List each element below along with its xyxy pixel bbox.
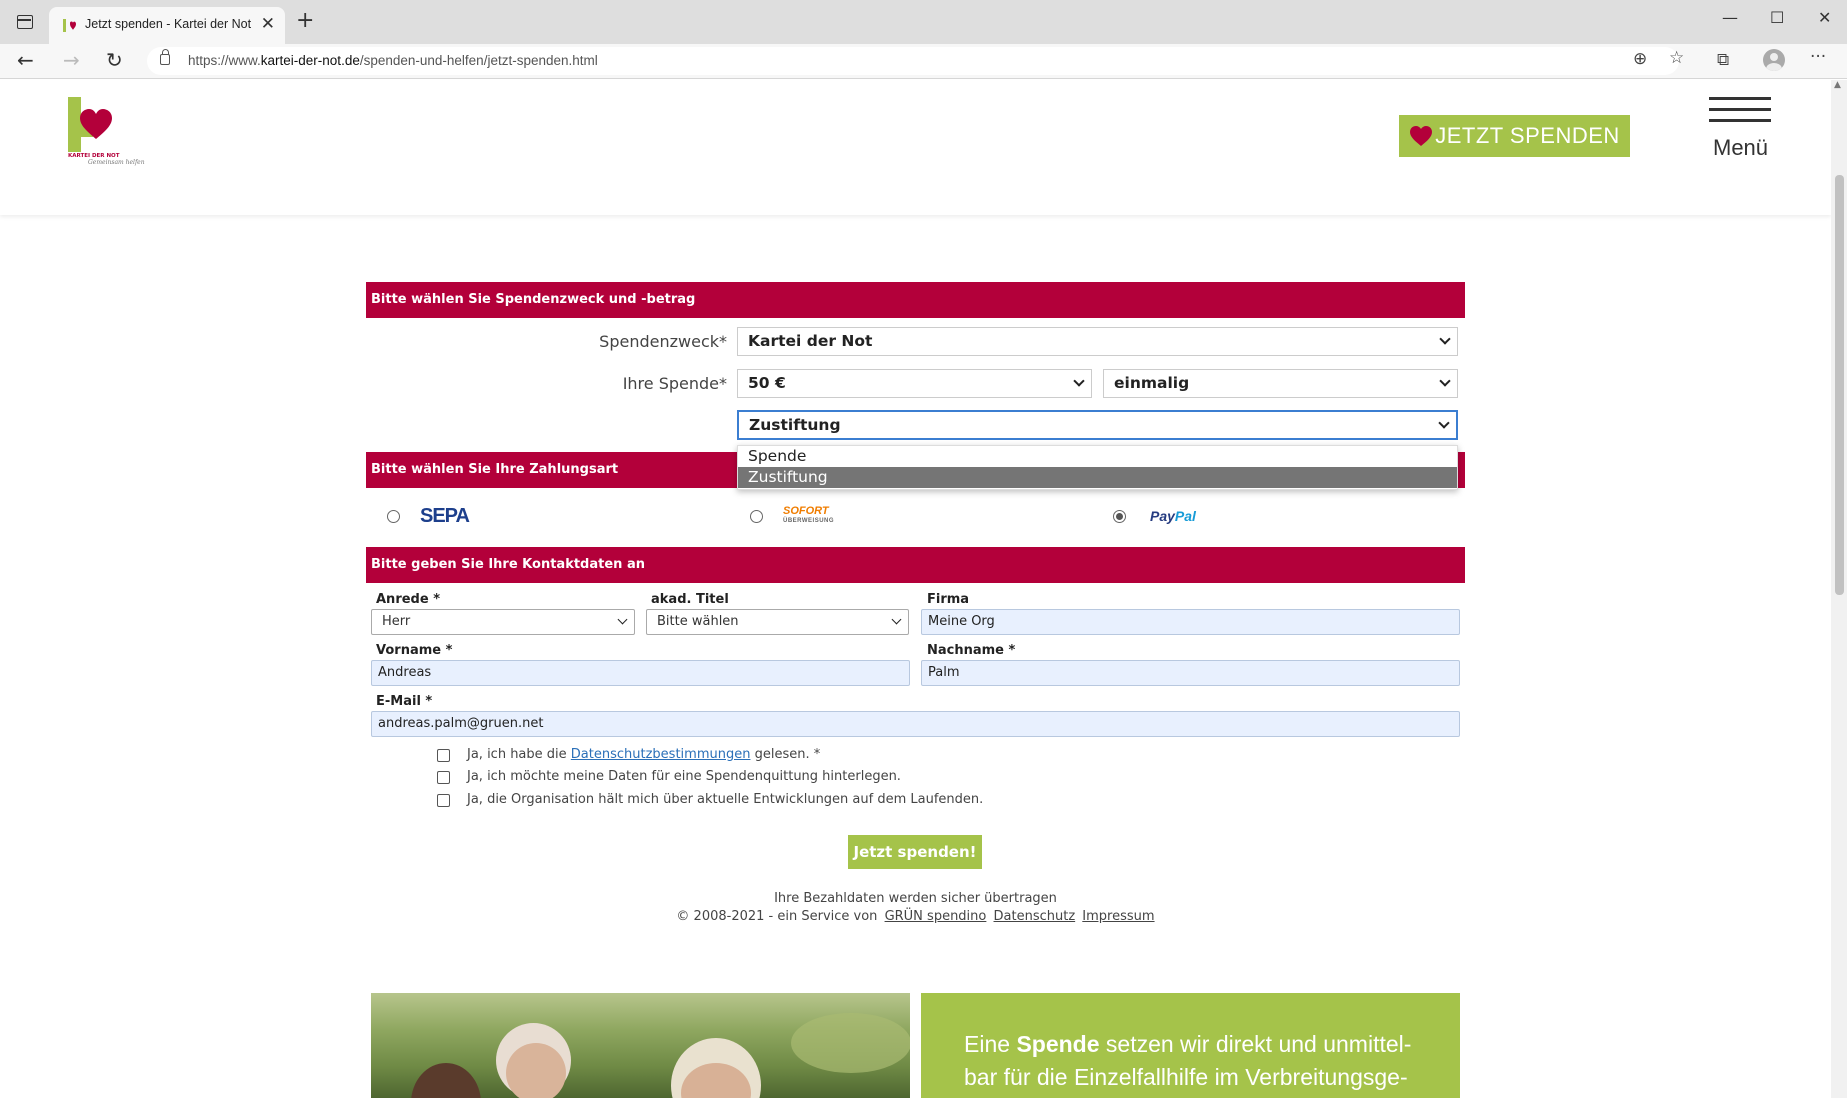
- option-spende[interactable]: Spende: [738, 446, 1457, 467]
- newsletter-checkbox[interactable]: [437, 794, 450, 807]
- browser-tab-bar: Jetzt spenden - Kartei der Not ✕ + — ☐ ✕: [0, 0, 1847, 44]
- secure-note: Ihre Bezahldaten werden sicher übertrage…: [774, 891, 1057, 906]
- company-field[interactable]: Meine Org: [921, 609, 1460, 635]
- heart-logo-icon: [80, 109, 112, 139]
- privacy-consent-text: Ja, ich habe die Datenschutzbestimmungen…: [467, 747, 821, 762]
- newsletter-consent-text: Ja, die Organisation hält mich über aktu…: [467, 792, 984, 807]
- chevron-down-icon: [1438, 417, 1450, 429]
- promo-text: Eine Spende setzen wir direkt und unmitt…: [964, 1031, 1412, 1090]
- donation-type-select[interactable]: Zustiftung: [737, 410, 1458, 440]
- url-text: https://www.kartei-der-not.de/spenden-un…: [188, 53, 598, 68]
- frequency-select[interactable]: einmalig: [1103, 369, 1458, 398]
- zoom-icon[interactable]: ⊕: [1633, 49, 1647, 69]
- email-field[interactable]: andreas.palm@gruen.net: [371, 711, 1460, 737]
- logo[interactable]: KARTEI DER NOT Gemeinsam helfen: [68, 97, 145, 172]
- back-icon[interactable]: ←: [17, 48, 34, 72]
- radio-paypal[interactable]: [1113, 510, 1126, 523]
- firstname-field[interactable]: Andreas: [371, 660, 910, 686]
- footer-copyright: © 2008-2021 - ein Service von GRÜN spend…: [676, 909, 1155, 924]
- heart-icon: [1410, 126, 1433, 146]
- gruen-spendino-link[interactable]: GRÜN spendino: [885, 909, 987, 924]
- chevron-down-icon: [1073, 375, 1085, 387]
- maximize-icon[interactable]: ☐: [1770, 8, 1784, 27]
- academic-title-label: akad. Titel: [651, 592, 729, 607]
- address-bar[interactable]: https://www.kartei-der-not.de/spenden-un…: [147, 47, 1679, 75]
- menu-button[interactable]: Menü: [1709, 97, 1771, 160]
- email-label: E-Mail *: [376, 694, 433, 709]
- close-window-icon[interactable]: ✕: [1818, 8, 1831, 27]
- minimize-icon[interactable]: —: [1722, 8, 1738, 27]
- salutation-label: Anrede *: [376, 592, 440, 607]
- receipt-consent-text: Ja, ich möchte meine Daten für eine Spen…: [467, 769, 901, 784]
- donation-type-dropdown[interactable]: Spende Zustiftung: [737, 445, 1458, 490]
- chevron-down-icon: [1439, 375, 1451, 387]
- purpose-select[interactable]: Kartei der Not: [737, 327, 1458, 356]
- paypal-logo: PayPal: [1150, 508, 1196, 524]
- browser-tab[interactable]: Jetzt spenden - Kartei der Not ✕: [49, 7, 285, 44]
- forward-icon[interactable]: →: [63, 48, 80, 72]
- privacy-link[interactable]: Datenschutz: [994, 909, 1076, 924]
- lastname-label: Nachname *: [927, 643, 1016, 658]
- section-header-purpose: Bitte wählen Sie Spendenzweck und -betra…: [366, 282, 1465, 318]
- radio-sepa[interactable]: [387, 510, 400, 523]
- purpose-label: Spendenzweck*: [599, 332, 727, 351]
- more-icon[interactable]: ···: [1810, 47, 1826, 67]
- firstname-label: Vorname *: [376, 643, 453, 658]
- favorites-icon[interactable]: ☆: [1669, 48, 1684, 68]
- section-header-contact: Bitte geben Sie Ihre Kontaktdaten an: [366, 547, 1465, 583]
- option-zustiftung[interactable]: Zustiftung: [738, 467, 1457, 488]
- tab-title: Jetzt spenden - Kartei der Not: [85, 17, 252, 31]
- reload-icon[interactable]: ↻: [106, 48, 123, 72]
- family-photo: [371, 993, 910, 1098]
- amount-select[interactable]: 50 €: [737, 369, 1092, 398]
- lastname-field[interactable]: Palm: [921, 660, 1460, 686]
- lock-icon: [160, 49, 170, 65]
- page-viewport: KARTEI DER NOT Gemeinsam helfen JETZT SP…: [0, 80, 1831, 1098]
- browser-toolbar: ← → ↻ https://www.kartei-der-not.de/spen…: [0, 44, 1847, 79]
- chevron-down-icon: [1439, 333, 1451, 345]
- tab-actions-icon[interactable]: [17, 15, 33, 29]
- new-tab-icon[interactable]: +: [296, 8, 314, 33]
- collections-icon[interactable]: ⧉: [1717, 50, 1729, 70]
- donate-now-header-button[interactable]: JETZT SPENDEN: [1399, 115, 1630, 157]
- promo-box: Eine Spende setzen wir direkt und unmitt…: [921, 993, 1460, 1098]
- academic-title-select[interactable]: Bitte wählen: [646, 609, 909, 635]
- imprint-link[interactable]: Impressum: [1082, 909, 1154, 924]
- radio-sofort[interactable]: [750, 510, 763, 523]
- chevron-down-icon: [617, 614, 628, 625]
- profile-avatar[interactable]: [1763, 49, 1785, 71]
- salutation-select[interactable]: Herr: [371, 609, 635, 635]
- menu-label: Menü: [1713, 135, 1769, 160]
- amount-label: Ihre Spende*: [622, 374, 727, 393]
- receipt-checkbox[interactable]: [437, 771, 450, 784]
- sepa-logo: SEPA: [420, 505, 470, 527]
- page-scrollbar[interactable]: ▲: [1831, 80, 1847, 1098]
- sofort-logo: SOFORT ÜBERWEISUNG: [783, 505, 835, 525]
- scroll-thumb[interactable]: [1835, 175, 1844, 595]
- privacy-policy-link[interactable]: Datenschutzbestimmungen: [571, 747, 751, 762]
- site-header: KARTEI DER NOT Gemeinsam helfen JETZT SP…: [0, 80, 1831, 215]
- favicon-icon: [63, 19, 76, 32]
- tab-close-icon[interactable]: ✕: [261, 14, 275, 34]
- chevron-down-icon: [891, 614, 902, 625]
- privacy-checkbox[interactable]: [437, 749, 450, 762]
- company-label: Firma: [927, 592, 970, 607]
- donate-submit-button[interactable]: Jetzt spenden!: [848, 835, 982, 869]
- scroll-up-icon[interactable]: ▲: [1834, 80, 1841, 90]
